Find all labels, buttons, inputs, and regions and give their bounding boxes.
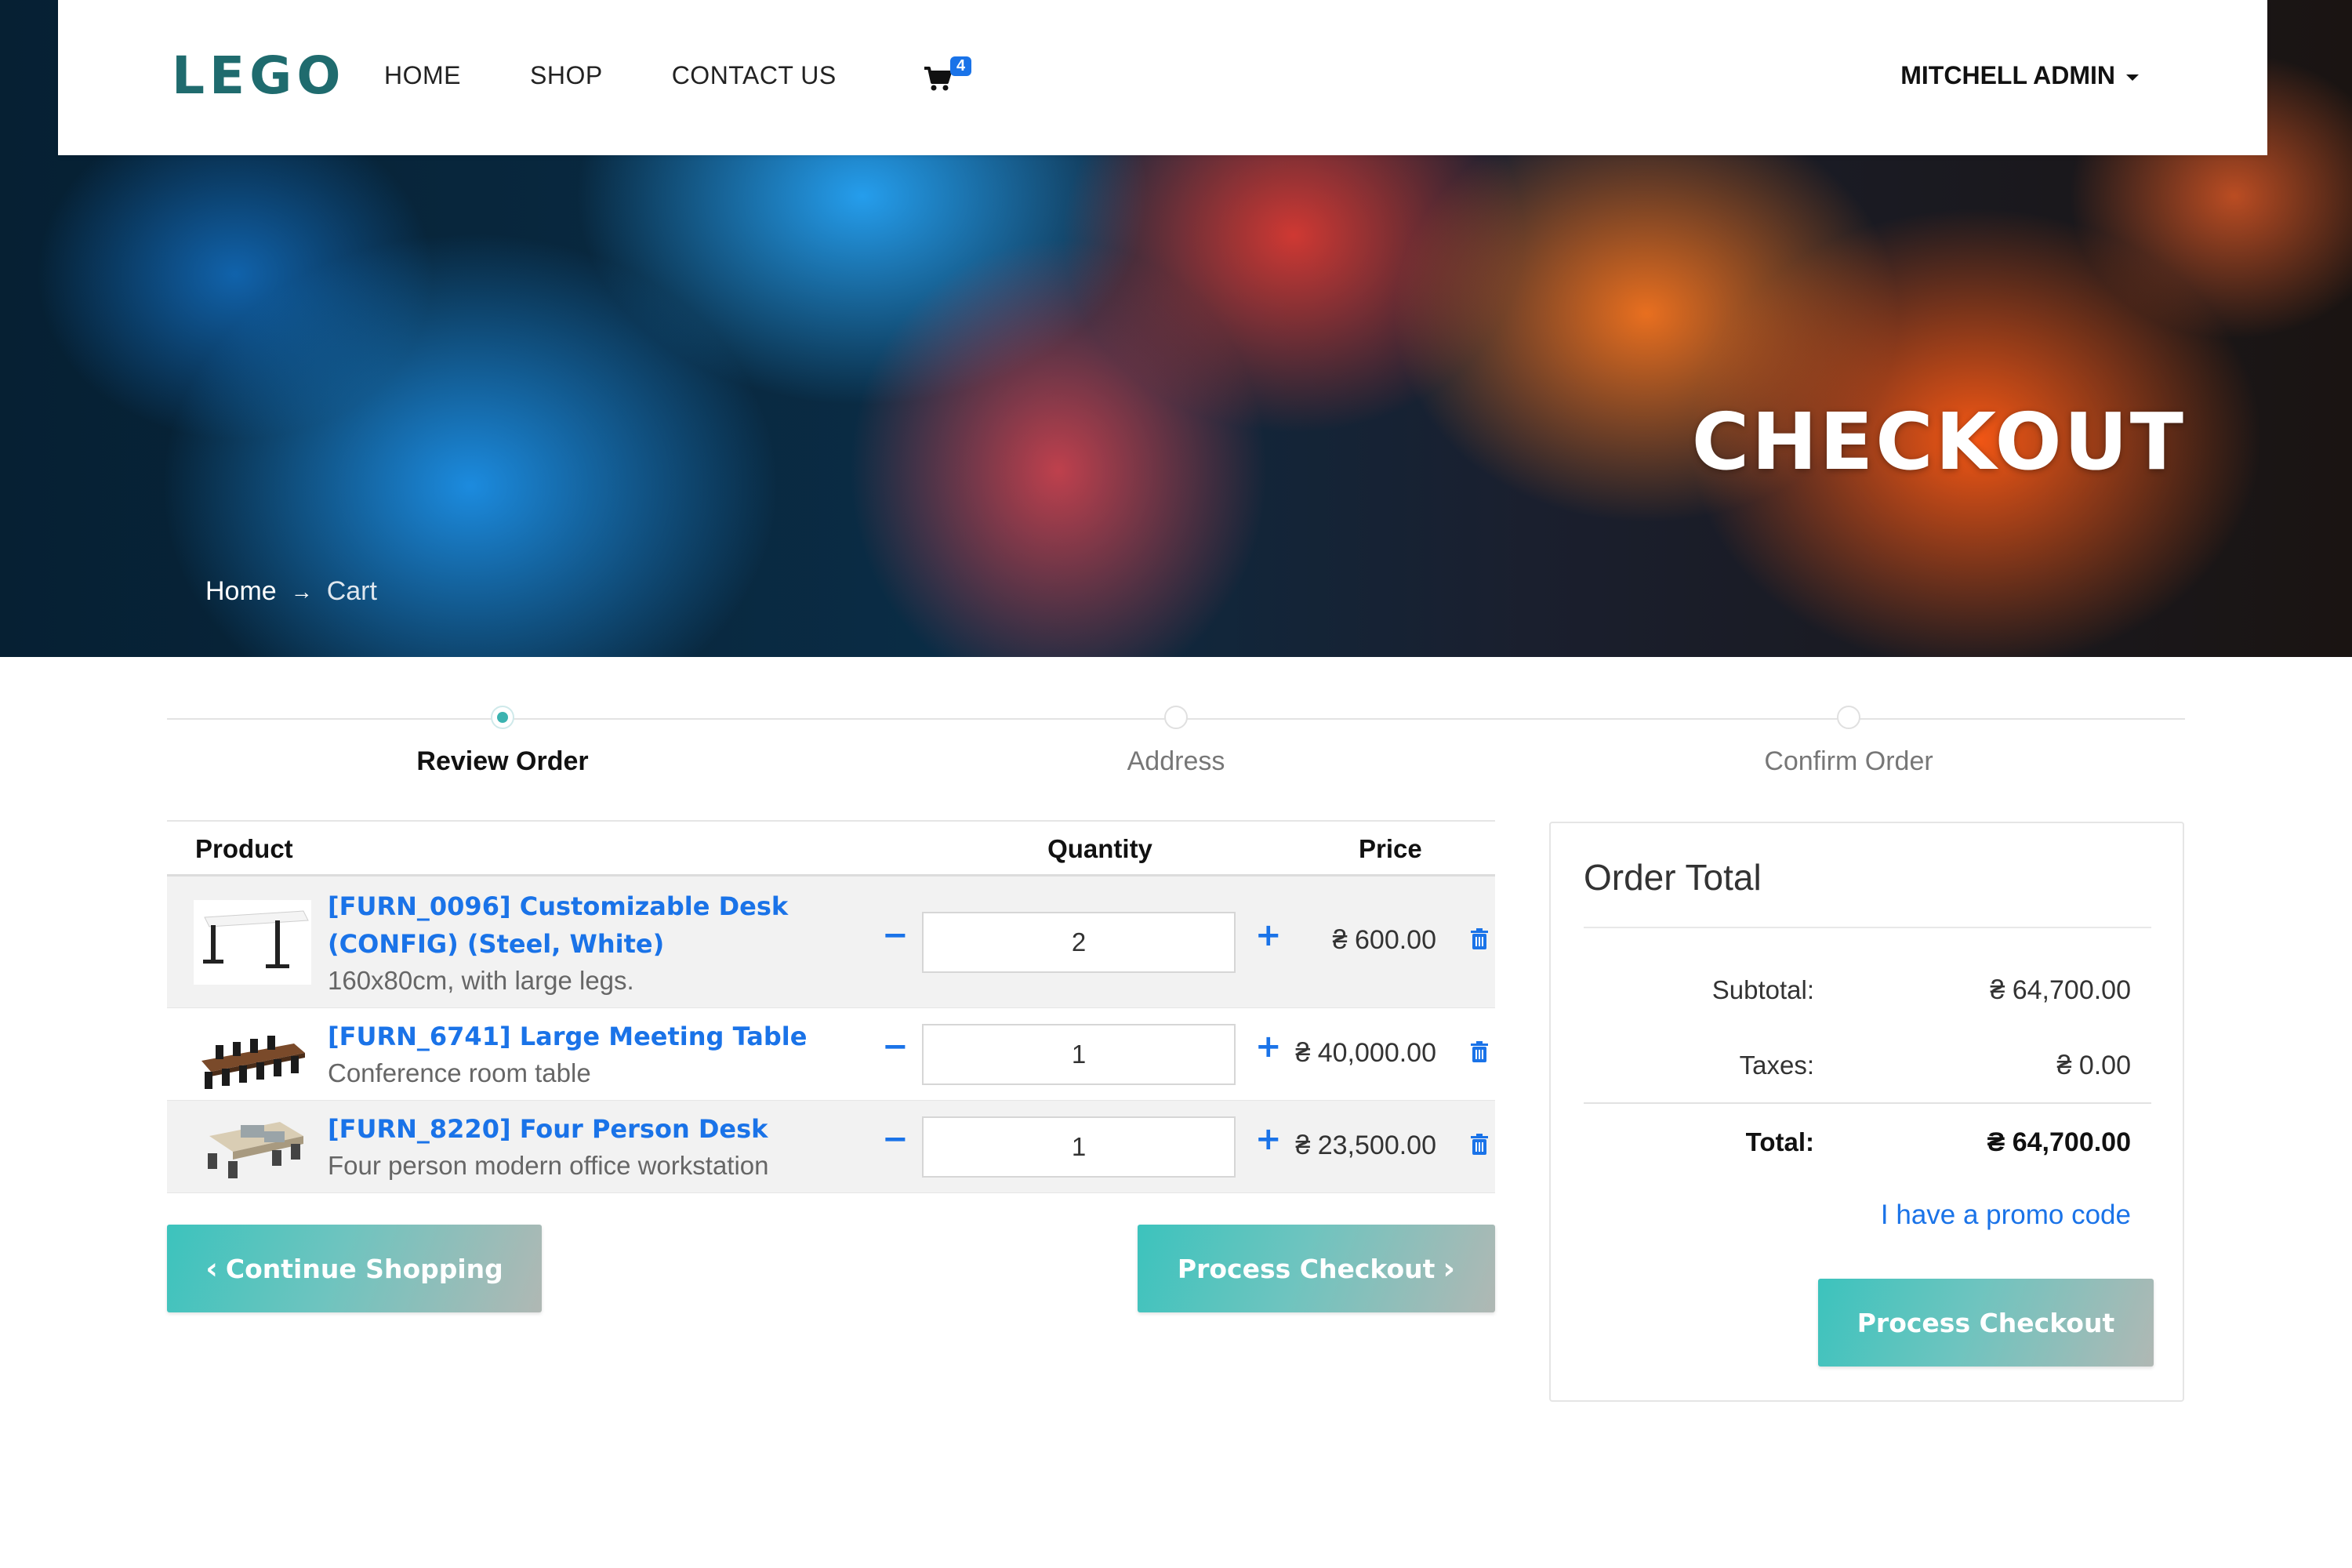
user-name: MITCHELL ADMIN [1900,61,2115,89]
step-address: Address [1019,706,1333,777]
product-image-four-person-desk [194,1105,311,1189]
breadcrumb-home[interactable]: Home [205,576,277,607]
main-nav: HOME SHOP CONTACT US [384,61,837,90]
product-name-link[interactable]: [FURN_8220] Four Person Desk [328,1110,892,1148]
table-row: [FURN_8220] Four Person Desk Four person… [167,1101,1495,1193]
nav-contact-us[interactable]: CONTACT US [672,61,837,90]
product-image-desk [194,900,311,985]
column-header-quantity: Quantity [1047,834,1152,863]
line-price: ₴ 600.00 [1332,925,1436,955]
taxes-label: Taxes: [1739,1051,1814,1080]
step-label: Address [1127,746,1225,776]
product-image-meeting-table [194,1012,311,1097]
product-name-link[interactable]: [FURN_6741] Large Meeting Table [328,1018,892,1055]
product-name-link[interactable]: [FURN_0096] Customizable Desk [328,887,892,925]
product-description: Conference room table [328,1058,591,1087]
column-header-product: Product [195,834,293,863]
divider [1584,927,2151,928]
top-navbar: LEGO HOME SHOP CONTACT US 4 MITCHELL ADM… [58,0,2267,155]
user-menu[interactable]: MITCHELL ADMIN [1900,61,2139,90]
process-checkout-summary-button[interactable]: Process Checkout [1818,1279,2154,1367]
quantity-decrease-button[interactable]: − [882,1029,909,1065]
quantity-increase-button[interactable]: + [1255,917,1282,953]
step-confirm-order: Confirm Order [1692,706,2005,777]
quantity-input[interactable] [922,912,1236,973]
product-info: [FURN_6741] Large Meeting Table Conferen… [328,1018,892,1091]
quantity-input[interactable] [922,1116,1236,1178]
promo-code-link[interactable]: I have a promo code [1881,1200,2131,1231]
trash-icon[interactable] [1470,928,1489,950]
quantity-decrease-button[interactable]: − [882,917,909,953]
caret-down-icon [2126,74,2139,81]
product-description: Four person modern office workstation [328,1151,769,1180]
divider [1584,1102,2151,1104]
continue-shopping-button[interactable]: ‹ Continue Shopping [167,1225,542,1312]
table-header: Product Quantity Price [167,820,1495,877]
process-checkout-button[interactable]: Process Checkout › [1138,1225,1495,1312]
total-label: Total: [1745,1127,1814,1156]
arrow-right-icon: → [290,579,313,604]
product-name-link-variant[interactable]: (CONFIG) (Steel, White) [328,925,892,963]
cart-table: Product Quantity Price [FURN_0096] Custo… [167,820,1495,1193]
taxes-value: ₴ 0.00 [2056,1051,2131,1080]
step-dot-icon [1164,706,1188,729]
quantity-increase-button[interactable]: + [1255,1029,1282,1065]
column-header-price: Price [1359,834,1422,863]
cart-count-badge: 4 [950,56,972,76]
continue-shopping-label: Continue Shopping [225,1253,503,1284]
step-label: Confirm Order [1764,746,1933,776]
quantity-input[interactable] [922,1024,1236,1085]
cart-link[interactable]: 4 [924,56,972,93]
nav-shop[interactable]: SHOP [530,61,603,90]
breadcrumb: Home → Cart [205,576,377,607]
trash-icon[interactable] [1470,1041,1489,1063]
brand-logo[interactable]: LEGO [172,45,345,106]
chevron-left-icon: ‹ [205,1251,218,1286]
process-checkout-label: Process Checkout [1177,1253,1436,1284]
line-price: ₴ 23,500.00 [1295,1131,1436,1160]
product-description: 160x80cm, with large legs. [328,966,634,995]
step-review-order: Review Order [346,706,659,777]
checkout-progress: Review Order Address Confirm Order [167,706,2185,792]
order-total-title: Order Total [1584,857,1762,898]
breadcrumb-current: Cart [326,576,377,606]
trash-icon[interactable] [1470,1134,1489,1156]
subtotal-value: ₴ 64,700.00 [1990,975,2131,1005]
product-info: [FURN_8220] Four Person Desk Four person… [328,1110,892,1184]
subtotal-label: Subtotal: [1711,975,1814,1004]
step-dot-icon [491,706,514,729]
product-info: [FURN_0096] Customizable Desk (CONFIG) (… [328,887,892,999]
process-checkout-summary-label: Process Checkout [1857,1307,2115,1338]
page-title: CHECKOUT [1691,396,2186,488]
nav-home[interactable]: HOME [384,61,461,90]
table-row: [FURN_6741] Large Meeting Table Conferen… [167,1008,1495,1101]
quantity-decrease-button[interactable]: − [882,1121,909,1157]
total-value: ₴ 64,700.00 [1987,1127,2131,1157]
chevron-right-icon: › [1443,1251,1456,1286]
table-row: [FURN_0096] Customizable Desk (CONFIG) (… [167,877,1495,1008]
quantity-increase-button[interactable]: + [1255,1121,1282,1157]
step-dot-icon [1837,706,1860,729]
shopping-cart-icon [924,67,952,91]
line-price: ₴ 40,000.00 [1295,1038,1436,1068]
step-label: Review Order [416,746,589,776]
